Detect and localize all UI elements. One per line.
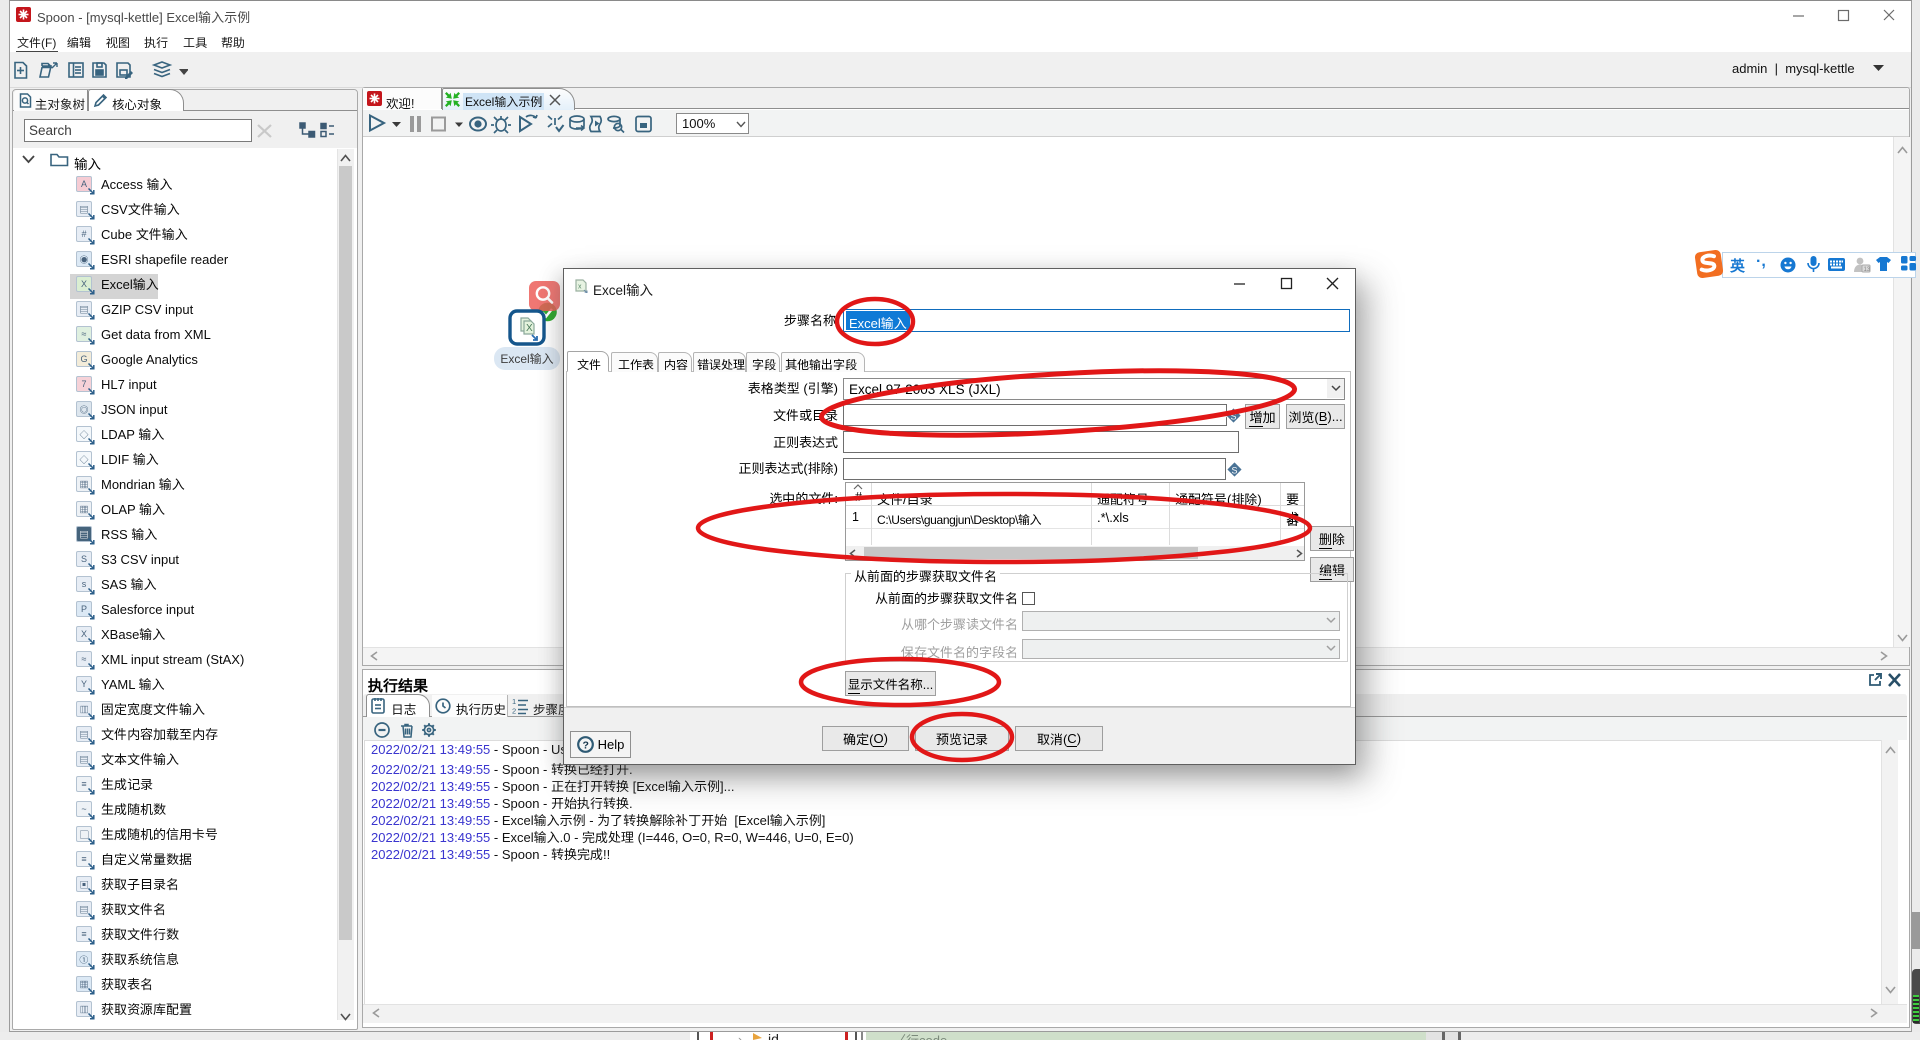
svg-text:X: X xyxy=(526,323,533,334)
svg-text:2: 2 xyxy=(512,707,516,716)
svg-text:S: S xyxy=(1232,466,1238,476)
svg-text:x: x xyxy=(578,284,582,291)
svg-text:?: ? xyxy=(582,740,588,752)
svg-text:1: 1 xyxy=(512,697,516,706)
svg-text:13: 13 xyxy=(1864,267,1871,273)
svg-text:S: S xyxy=(1231,412,1237,422)
